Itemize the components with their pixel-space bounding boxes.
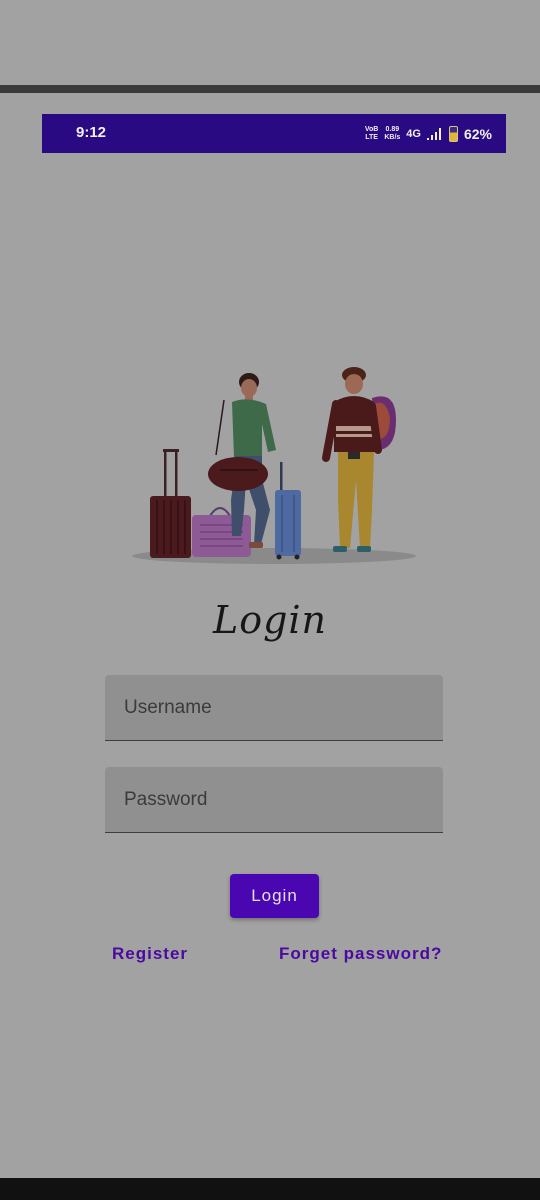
travelers-illustration (132, 367, 416, 564)
top-divider (0, 85, 540, 93)
volte-icon: VoB LTE (364, 126, 379, 141)
status-indicators: VoB LTE 0.89 KB/s 4G 62% (365, 120, 492, 148)
suitcase-dark-red-icon (150, 449, 191, 558)
password-input[interactable] (105, 767, 443, 832)
battery-percentage: 62% (463, 126, 492, 142)
forget-password-link[interactable]: Forget password? (279, 944, 442, 964)
username-field[interactable] (105, 675, 443, 741)
network-speed: 0.89 KB/s (384, 126, 401, 141)
login-title: Login (212, 598, 328, 642)
bottom-navigation-strip (0, 1178, 540, 1200)
battery-icon (448, 126, 458, 142)
status-bar: 9:12 VoB LTE 0.89 KB/s 4G 62% (42, 114, 506, 153)
username-input[interactable] (105, 675, 443, 740)
login-screen: 9:12 VoB LTE 0.89 KB/s 4G 62% Login User… (0, 0, 540, 1200)
login-button[interactable]: Login (230, 874, 319, 918)
password-field[interactable] (105, 767, 443, 833)
status-time: 9:12 (76, 124, 107, 141)
suitcase-blue-icon (275, 462, 301, 560)
signal-icon (426, 128, 441, 140)
traveler-two-icon (322, 367, 396, 552)
register-link[interactable]: Register (112, 944, 188, 964)
network-type: 4G (406, 128, 421, 140)
